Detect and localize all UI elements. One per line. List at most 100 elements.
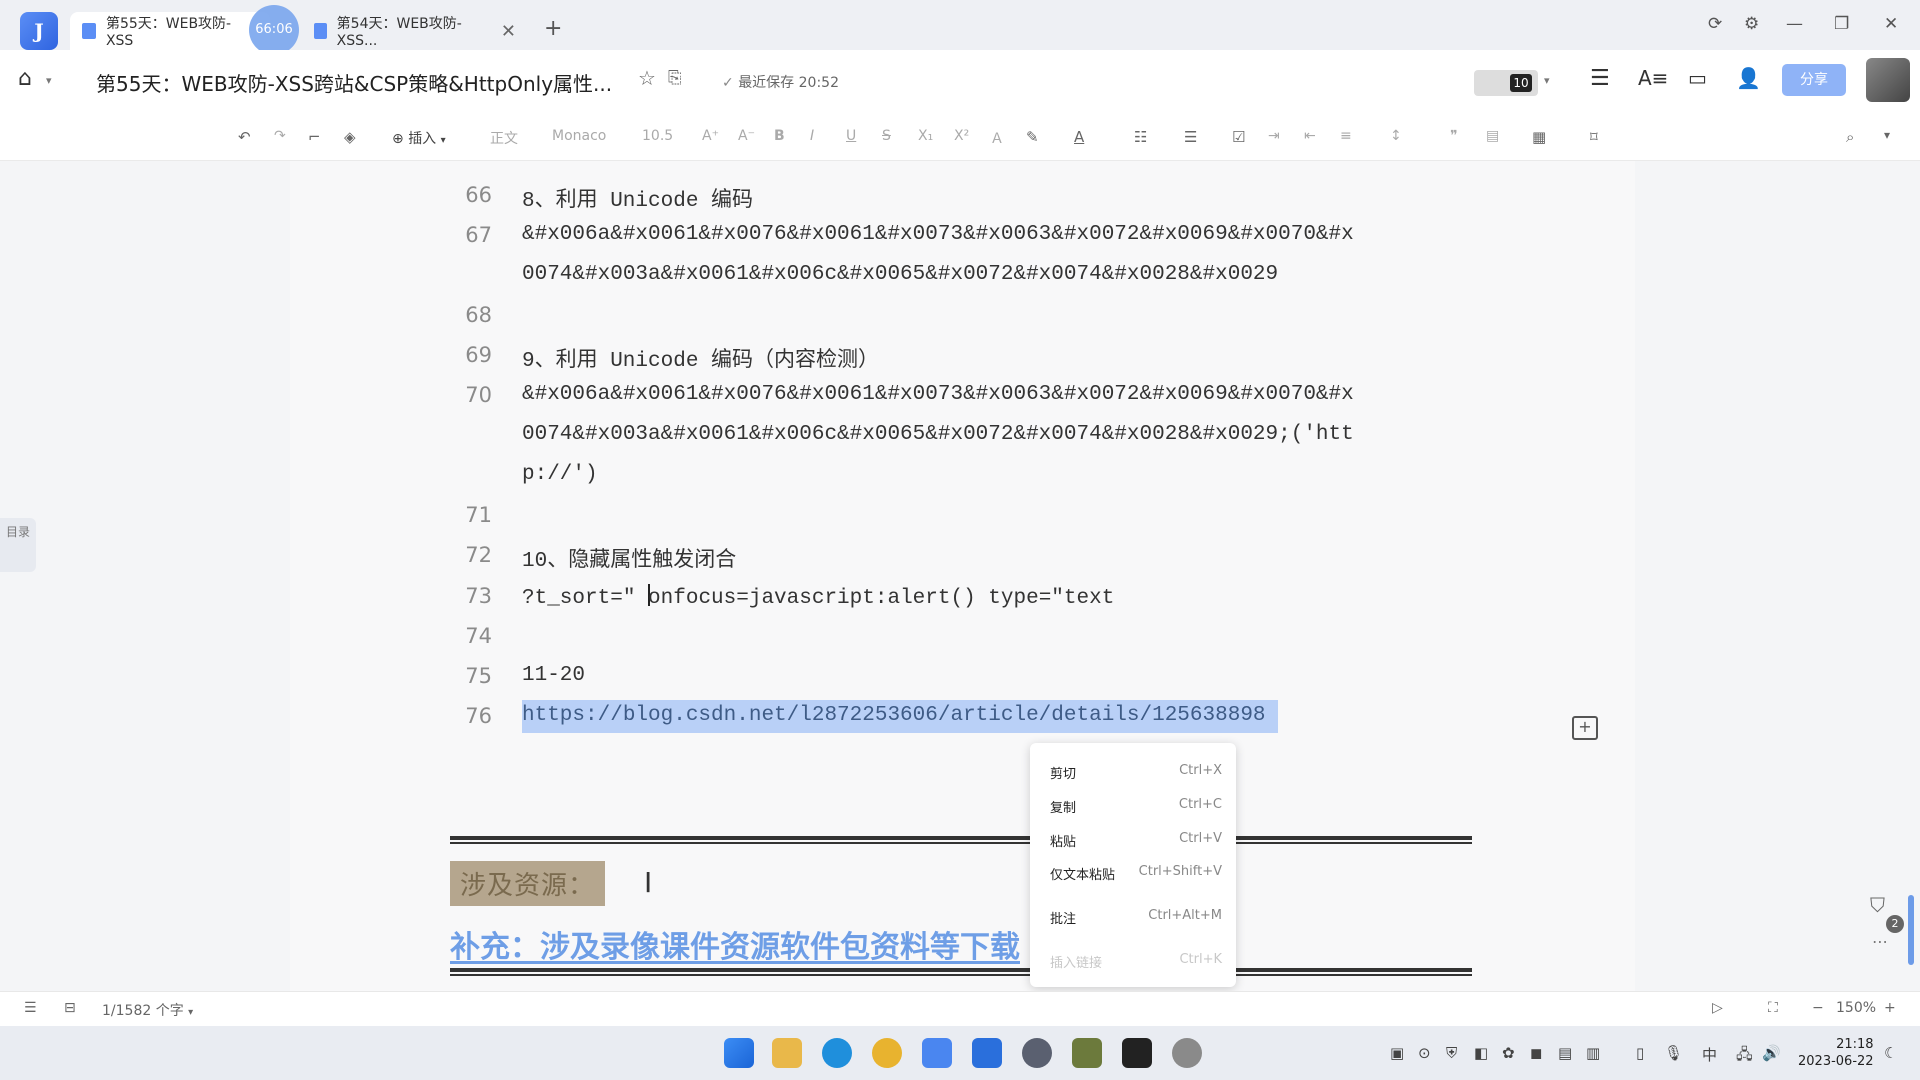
italic-icon[interactable]: I: [810, 128, 814, 144]
supplement-link[interactable]: 补充：涉及录像课件资源软件包资料等下载: [450, 922, 1020, 966]
bullet-list-icon[interactable]: ☷: [1134, 128, 1147, 146]
chevron-down-icon[interactable]: ▾: [1544, 74, 1550, 87]
checkbox-list-icon[interactable]: ☑: [1232, 128, 1245, 146]
present-icon[interactable]: ▭: [1688, 66, 1707, 90]
doc-line[interactable]: p://'): [522, 463, 1482, 486]
tray-app-icon[interactable]: ✿: [1502, 1044, 1515, 1062]
notes-app-icon[interactable]: [922, 1038, 952, 1068]
close-icon[interactable]: ✕: [501, 21, 516, 42]
notification-icon[interactable]: ☾: [1884, 1044, 1897, 1062]
clear-format-icon[interactable]: ◈: [344, 128, 356, 146]
volume-icon[interactable]: 🔊: [1762, 1044, 1781, 1062]
toc-toggle[interactable]: 目录: [0, 518, 36, 572]
star-icon[interactable]: ☆: [638, 66, 656, 90]
document-title[interactable]: 第55天：WEB攻防-XSS跨站&CSP策略&HttpOnly属性...: [96, 68, 616, 97]
more-icon[interactable]: ⋯: [1872, 932, 1888, 951]
word-count[interactable]: 1/1582 个字 ▾: [102, 1000, 193, 1020]
insert-button[interactable]: ⊕ 插入 ▾: [392, 128, 446, 148]
minimize-icon[interactable]: —: [1786, 14, 1803, 34]
microphone-icon[interactable]: 🎙: [1664, 1044, 1683, 1062]
text-format-icon[interactable]: A≡: [1638, 66, 1668, 90]
windows-start-icon[interactable]: [724, 1038, 754, 1068]
fullscreen-icon[interactable]: ⛶: [1768, 1000, 1778, 1016]
ime-indicator[interactable]: 中: [1702, 1044, 1717, 1065]
tray-app-icon[interactable]: ⊙: [1418, 1044, 1431, 1062]
superscript-icon[interactable]: X²: [954, 128, 969, 144]
menu-item-paste[interactable]: 粘贴 Ctrl+V: [1050, 831, 1222, 850]
page-layout-icon[interactable]: ⊟: [64, 1000, 76, 1016]
menu-item-copy[interactable]: 复制 Ctrl+C: [1050, 797, 1222, 816]
highlight-color-icon[interactable]: ✎: [1026, 128, 1039, 146]
tray-app-icon[interactable]: ◼: [1530, 1044, 1542, 1062]
shirt-icon[interactable]: ⛉: [1870, 893, 1885, 917]
subscript-icon[interactable]: X₁: [918, 128, 933, 144]
tray-shield-icon[interactable]: ⛨: [1446, 1044, 1457, 1062]
tab-day54[interactable]: 第54天：WEB攻防-XSS... ✕: [302, 12, 528, 50]
paragraph-style-select[interactable]: 正文: [490, 128, 518, 148]
image-app-icon[interactable]: [972, 1038, 1002, 1068]
window-close-icon[interactable]: ✕: [1884, 14, 1898, 34]
tab-day55[interactable]: 第55天：WEB攻防-XSS: [70, 12, 270, 50]
menu-icon[interactable]: ☰: [1590, 66, 1610, 91]
font-size-select[interactable]: 10.5: [642, 128, 673, 144]
quote-icon[interactable]: ❞: [1450, 128, 1458, 144]
doc-line[interactable]: 11-20: [522, 664, 1482, 687]
indent-decrease-icon[interactable]: ⇤: [1304, 128, 1316, 144]
file-explorer-icon[interactable]: [772, 1038, 802, 1068]
chrome-browser-icon[interactable]: [872, 1038, 902, 1068]
line-spacing-icon[interactable]: ↕: [1390, 128, 1402, 144]
menu-item-comment[interactable]: 批注 Ctrl+Alt+M: [1050, 908, 1222, 927]
tray-app-icon[interactable]: ◧: [1474, 1044, 1488, 1062]
doc-line[interactable]: 0074&#x003a&#x0061&#x006c&#x0065&#x0072&…: [522, 263, 1482, 286]
chevron-down-icon[interactable]: ▾: [46, 74, 52, 87]
increase-font-icon[interactable]: A⁺: [702, 128, 719, 144]
refresh-icon[interactable]: ⟳: [1708, 14, 1722, 34]
app-logo-icon[interactable]: J: [20, 12, 58, 50]
battery-icon[interactable]: ▯: [1636, 1044, 1644, 1062]
share-button[interactable]: 分享: [1782, 64, 1846, 96]
collaborators-avatars[interactable]: 10: [1474, 70, 1538, 96]
zoom-level[interactable]: 150%: [1836, 1000, 1876, 1016]
font-color-icon[interactable]: A: [1074, 128, 1084, 146]
home-icon[interactable]: ⌂: [18, 66, 32, 91]
doc-line[interactable]: 9、利用 Unicode 编码（内容检测）: [522, 343, 1482, 373]
align-icon[interactable]: ≡: [1340, 128, 1352, 144]
terminal-app-icon[interactable]: [1072, 1038, 1102, 1068]
menu-item-cut[interactable]: 剪切 Ctrl+X: [1050, 763, 1222, 782]
play-icon[interactable]: ▷: [1712, 1000, 1723, 1016]
doc-line[interactable]: ?t_sort=" onfocus=javascript:alert() typ…: [522, 584, 1482, 610]
settings-gear-icon[interactable]: ⚙: [1744, 14, 1759, 34]
tray-app-icon[interactable]: ▤: [1558, 1044, 1572, 1062]
redo-icon[interactable]: ↷: [274, 128, 286, 144]
more-insert-icon[interactable]: ⌑: [1590, 128, 1598, 146]
collapse-toolbar-chevron-icon[interactable]: ▾: [1884, 128, 1890, 142]
new-tab-plus-icon[interactable]: +: [544, 16, 562, 41]
avatar[interactable]: [1866, 58, 1910, 102]
ide-app-icon[interactable]: [1122, 1038, 1152, 1068]
menu-item-paste-text-only[interactable]: 仅文本粘贴 Ctrl+Shift+V: [1050, 864, 1222, 883]
doc-line[interactable]: 8、利用 Unicode 编码: [522, 183, 1482, 213]
table-icon[interactable]: ▦: [1532, 128, 1546, 146]
tool-app-icon[interactable]: [1022, 1038, 1052, 1068]
font-effect-icon[interactable]: Ａ: [990, 128, 1004, 148]
user-permission-icon[interactable]: 👤: [1736, 66, 1761, 90]
clock[interactable]: 21:18 2023-06-22: [1798, 1036, 1874, 1070]
numbered-list-icon[interactable]: ☰: [1184, 128, 1197, 146]
tray-app-icon[interactable]: ▣: [1390, 1044, 1404, 1062]
underline-icon[interactable]: U: [846, 128, 856, 144]
format-painter-icon[interactable]: ⌐: [308, 128, 321, 146]
menu-item-insert-link[interactable]: 插入链接 Ctrl+K: [1050, 952, 1222, 971]
network-icon[interactable]: 🖧: [1736, 1044, 1753, 1069]
doc-line[interactable]: https://blog.csdn.net/l2872253606/articl…: [522, 700, 1482, 733]
tray-app-icon[interactable]: ▥: [1586, 1044, 1600, 1062]
doc-line[interactable]: 10、隐藏属性触发闭合: [522, 543, 1482, 573]
zoom-in-icon[interactable]: +: [1884, 1000, 1896, 1016]
scrollbar[interactable]: [1908, 895, 1914, 965]
outline-icon[interactable]: ☰: [24, 1000, 37, 1016]
font-family-select[interactable]: Monaco: [552, 128, 606, 144]
doc-line[interactable]: 0074&#x003a&#x0061&#x006c&#x0065&#x0072&…: [522, 423, 1482, 446]
bold-icon[interactable]: B: [774, 128, 785, 144]
zoom-out-icon[interactable]: −: [1812, 1000, 1824, 1016]
selected-url[interactable]: https://blog.csdn.net/l2872253606/articl…: [522, 700, 1278, 733]
divider-icon[interactable]: ▤: [1486, 128, 1499, 144]
